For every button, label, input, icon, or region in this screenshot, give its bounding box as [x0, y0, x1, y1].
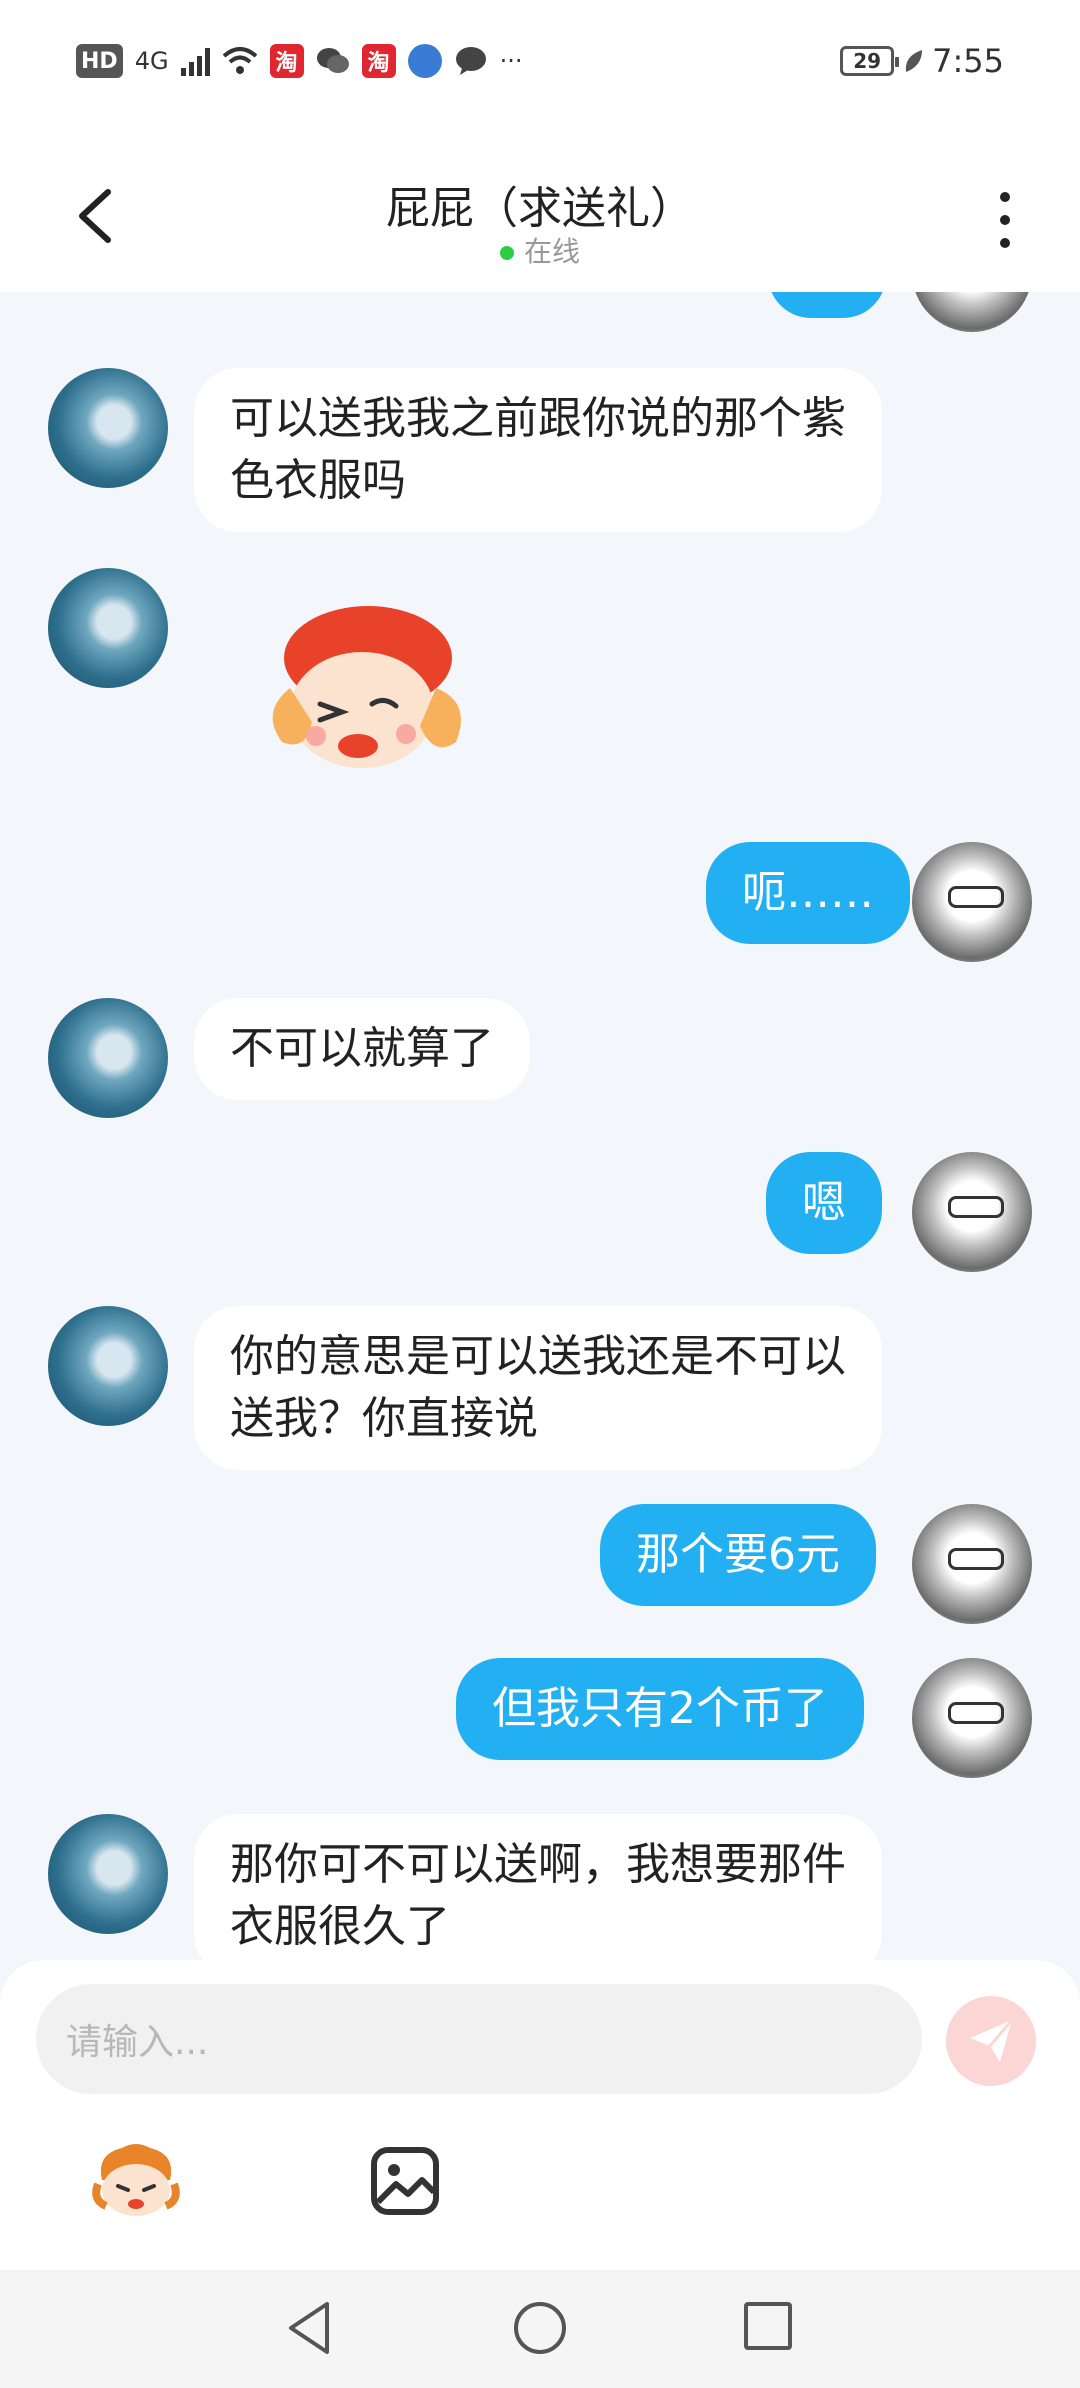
chat-header: 屁屁（求送礼） 在线 — [0, 130, 1080, 292]
contact-avatar[interactable] — [48, 1814, 168, 1934]
hd-indicator: HD — [76, 44, 123, 78]
contact-avatar[interactable] — [48, 998, 168, 1118]
contact-avatar[interactable] — [48, 368, 168, 488]
network-type: 4G — [134, 47, 169, 75]
message-bubble-outgoing: 但我只有2个币了 — [456, 1658, 864, 1760]
chat-icon — [455, 47, 486, 75]
my-avatar[interactable] — [912, 292, 1032, 332]
contact-avatar[interactable] — [48, 1306, 168, 1426]
message-bubble-outgoing: 呃…… — [706, 842, 910, 944]
wechat-icon — [316, 48, 349, 73]
signal-icon — [180, 46, 210, 76]
nav-recents-icon[interactable] — [744, 2302, 792, 2350]
contact-name: 屁屁（求送礼） — [386, 183, 694, 234]
message-bubble-outgoing: 那个要6元 — [600, 1504, 876, 1606]
emoji-sticker-icon[interactable] — [92, 2140, 180, 2220]
status-bar-right: 29 7:55 — [840, 42, 1004, 80]
my-avatar[interactable] — [912, 842, 1032, 962]
clock: 7:55 — [932, 42, 1004, 80]
message-bubble-outgoing: 嗯 — [766, 1152, 882, 1254]
taobao-red-icon: 淘 — [269, 44, 304, 78]
online-status: 在线 — [0, 230, 1080, 270]
system-nav-bar — [0, 2270, 1080, 2388]
more-notifications-icon: ··· — [499, 47, 523, 75]
send-button[interactable] — [946, 1996, 1036, 2086]
composer: 请输入... — [0, 1960, 1080, 2270]
nav-back-icon[interactable] — [285, 2300, 335, 2356]
status-bar-left: HD 4G 淘 淘 ··· — [76, 44, 522, 78]
nav-home-icon[interactable] — [514, 2302, 566, 2354]
browser-icon — [407, 44, 442, 78]
online-status-label: 在线 — [523, 235, 580, 268]
message-bubble-incoming: 那你可不可以送啊，我想要那件衣服很久了 — [194, 1814, 882, 1960]
leaf-icon — [905, 50, 923, 72]
send-icon — [970, 2019, 1014, 2062]
message-input[interactable]: 请输入... — [36, 1984, 922, 2094]
cartoon-character-sticker[interactable] — [250, 592, 480, 792]
battery-icon: 29 — [840, 46, 900, 76]
message-list[interactable]: 可以送我我之前跟你说的那个紫色衣服吗 呃…… 不可以就算了 嗯 你的意思是可以送… — [0, 292, 1080, 1960]
taobao-icon: 淘 — [361, 44, 396, 78]
my-avatar[interactable] — [912, 1658, 1032, 1778]
message-bubble-incoming: 你的意思是可以送我还是不可以送我？你直接说 — [194, 1306, 882, 1470]
message-bubble-incoming: 可以送我我之前跟你说的那个紫色衣服吗 — [194, 368, 882, 532]
wifi-icon — [222, 47, 257, 74]
online-dot-icon — [499, 246, 514, 260]
message-bubble-incoming: 不可以就算了 — [194, 998, 530, 1100]
more-options-icon[interactable] — [990, 192, 1020, 248]
image-picker-icon[interactable] — [370, 2146, 440, 2216]
my-avatar[interactable] — [912, 1504, 1032, 1624]
message-bubble-outgoing-partial — [768, 292, 886, 318]
my-avatar[interactable] — [912, 1152, 1032, 1272]
status-bar: HD 4G 淘 淘 ··· 29 7:55 — [0, 0, 1080, 130]
contact-avatar[interactable] — [48, 568, 168, 688]
